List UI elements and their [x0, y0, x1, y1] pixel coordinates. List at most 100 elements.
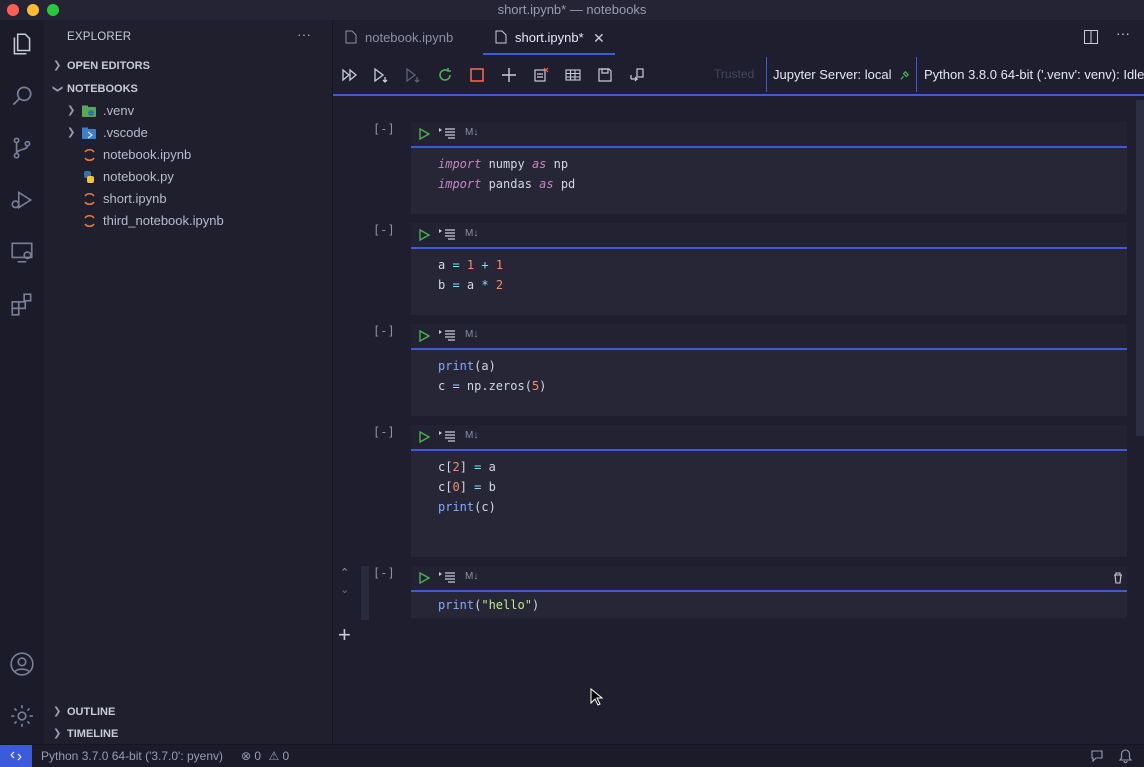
code-editor[interactable]: print(a) c = np.zeros(5) — [438, 356, 546, 396]
python-icon — [84, 171, 94, 183]
delete-cell-icon[interactable] — [1113, 572, 1123, 584]
chevron-right-icon: ❯ — [53, 60, 62, 71]
markdown-toggle[interactable]: M↓ — [465, 329, 478, 340]
jupyter-server-status[interactable]: Jupyter Server: local — [773, 67, 892, 82]
save-icon[interactable] — [596, 66, 614, 84]
clear-outputs-icon[interactable] — [532, 66, 550, 84]
jupyter-icon — [84, 192, 95, 206]
move-cell-up-icon[interactable]: ⌃ — [340, 566, 349, 579]
run-by-line-icon[interactable] — [439, 430, 455, 442]
tree-item-vscode[interactable]: ❯ .vscode — [44, 122, 332, 144]
toolbar-divider — [916, 57, 917, 92]
remote-indicator-button[interactable] — [0, 745, 32, 767]
server-connected-icon — [900, 70, 910, 80]
code-cell[interactable]: M↓ c[2] = a c[0] = b print(c) — [411, 425, 1127, 557]
file-icon — [495, 30, 507, 44]
search-icon[interactable] — [8, 82, 36, 110]
close-window-button[interactable] — [7, 4, 19, 16]
remote-explorer-icon[interactable] — [8, 238, 36, 266]
title-bar: short.ipynb* — notebooks — [0, 0, 1144, 21]
chevron-right-icon: ❯ — [53, 728, 62, 739]
kernel-status[interactable]: Python 3.8.0 64-bit ('.venv': venv): Idl… — [924, 67, 1144, 82]
split-editor-icon[interactable] — [1084, 30, 1098, 44]
run-above-icon[interactable] — [372, 66, 390, 84]
markdown-toggle[interactable]: M↓ — [465, 228, 478, 239]
tree-item-venv[interactable]: ❯ .venv — [44, 100, 332, 122]
run-by-line-icon[interactable] — [439, 228, 455, 240]
notebook-toolbar: Trusted Jupyter Server: local Python 3.8… — [333, 55, 1144, 96]
cell-toolbar: M↓ — [411, 324, 1127, 350]
more-actions-icon[interactable]: ··· — [297, 26, 311, 42]
notebooks-folder-section[interactable]: ❯ NOTEBOOKS — [44, 78, 332, 100]
markdown-toggle[interactable]: M↓ — [465, 127, 478, 138]
explorer-sidebar: EXPLORER ··· ❯ OPEN EDITORS ❯ NOTEBOOKS … — [44, 20, 333, 744]
run-cell-icon[interactable] — [418, 431, 430, 443]
close-tab-icon[interactable]: ✕ — [593, 20, 605, 56]
run-by-line-icon[interactable] — [439, 127, 455, 139]
add-cell-icon[interactable] — [500, 66, 518, 84]
variables-icon[interactable] — [564, 66, 582, 84]
code-cell[interactable]: M↓ a = 1 + 1 b = a * 2 — [411, 223, 1127, 315]
interrupt-kernel-icon[interactable] — [468, 66, 486, 84]
maximize-window-button[interactable] — [47, 4, 59, 16]
tree-item-third-notebook-ipynb[interactable]: third_notebook.ipynb — [44, 210, 332, 232]
mouse-cursor-icon — [590, 688, 603, 706]
files-icon[interactable] — [8, 30, 36, 58]
extensions-icon[interactable] — [8, 290, 36, 318]
feedback-icon[interactable] — [1090, 749, 1104, 763]
execution-count: [-] — [373, 223, 395, 237]
account-icon[interactable] — [8, 650, 36, 678]
run-below-icon[interactable] — [404, 66, 422, 84]
scrollbar[interactable] — [1136, 100, 1144, 436]
source-control-icon[interactable] — [8, 134, 36, 162]
tree-item-notebook-py[interactable]: notebook.py — [44, 166, 332, 188]
minimize-window-button[interactable] — [27, 4, 39, 16]
code-editor[interactable]: print("hello") — [438, 595, 539, 615]
markdown-toggle[interactable]: M↓ — [465, 571, 478, 582]
code-cell-selected[interactable]: M↓ print("hello") — [411, 566, 1127, 618]
run-cell-icon[interactable] — [418, 572, 430, 584]
outline-section[interactable]: ❯ OUTLINE — [44, 701, 332, 723]
more-actions-icon[interactable]: ··· — [1116, 25, 1130, 41]
python-interpreter-status[interactable]: Python 3.7.0 64-bit ('3.7.0': pyenv) — [41, 749, 223, 763]
activity-bar — [0, 20, 44, 744]
add-cell-button[interactable]: + — [338, 623, 351, 647]
code-editor[interactable]: c[2] = a c[0] = b print(c) — [438, 457, 496, 517]
tab-short-ipynb[interactable]: short.ipynb* ✕ — [483, 20, 615, 55]
export-icon[interactable] — [628, 66, 646, 84]
run-cell-icon[interactable] — [418, 128, 430, 140]
tab-notebook-ipynb[interactable]: notebook.ipynb — [333, 20, 481, 55]
code-editor[interactable]: import numpy as np import pandas as pd — [438, 154, 575, 194]
execution-count: [-] — [373, 122, 395, 136]
toolbar-divider — [766, 57, 767, 92]
run-by-line-icon[interactable] — [439, 329, 455, 341]
chevron-right-icon: ❯ — [67, 127, 76, 138]
code-editor[interactable]: a = 1 + 1 b = a * 2 — [438, 255, 503, 295]
restart-kernel-icon[interactable] — [436, 66, 454, 84]
chevron-down-icon: ❯ — [52, 84, 64, 94]
warning-icon: ⚠ — [268, 749, 280, 763]
execution-count: [-] — [373, 324, 395, 338]
cell-toolbar: M↓ — [411, 122, 1127, 148]
code-cell[interactable]: M↓ import numpy as np import pandas as p… — [411, 122, 1127, 214]
code-cell[interactable]: M↓ print(a) c = np.zeros(5) — [411, 324, 1127, 416]
move-cell-down-icon[interactable]: ⌃ — [340, 582, 349, 595]
execution-count: [-] — [373, 566, 395, 580]
notifications-bell-icon[interactable] — [1119, 749, 1132, 763]
jupyter-icon — [84, 214, 95, 228]
problems-status[interactable]: ⊗ 0 ⚠ 0 — [241, 749, 289, 763]
settings-gear-icon[interactable] — [8, 702, 36, 730]
tree-item-short-ipynb[interactable]: short.ipynb — [44, 188, 332, 210]
markdown-toggle[interactable]: M↓ — [465, 430, 478, 441]
timeline-section[interactable]: ❯ TIMELINE — [44, 723, 332, 745]
run-all-cells-icon[interactable] — [341, 66, 359, 84]
error-icon: ⊗ — [241, 749, 252, 763]
run-by-line-icon[interactable] — [439, 571, 455, 583]
warnings-count: 0 — [282, 749, 290, 763]
open-editors-section[interactable]: ❯ OPEN EDITORS — [44, 55, 332, 77]
run-cell-icon[interactable] — [418, 229, 430, 241]
tree-item-notebook-ipynb[interactable]: notebook.ipynb — [44, 144, 332, 166]
run-debug-icon[interactable] — [8, 186, 36, 214]
run-cell-icon[interactable] — [418, 330, 430, 342]
trusted-label[interactable]: Trusted — [714, 67, 754, 81]
